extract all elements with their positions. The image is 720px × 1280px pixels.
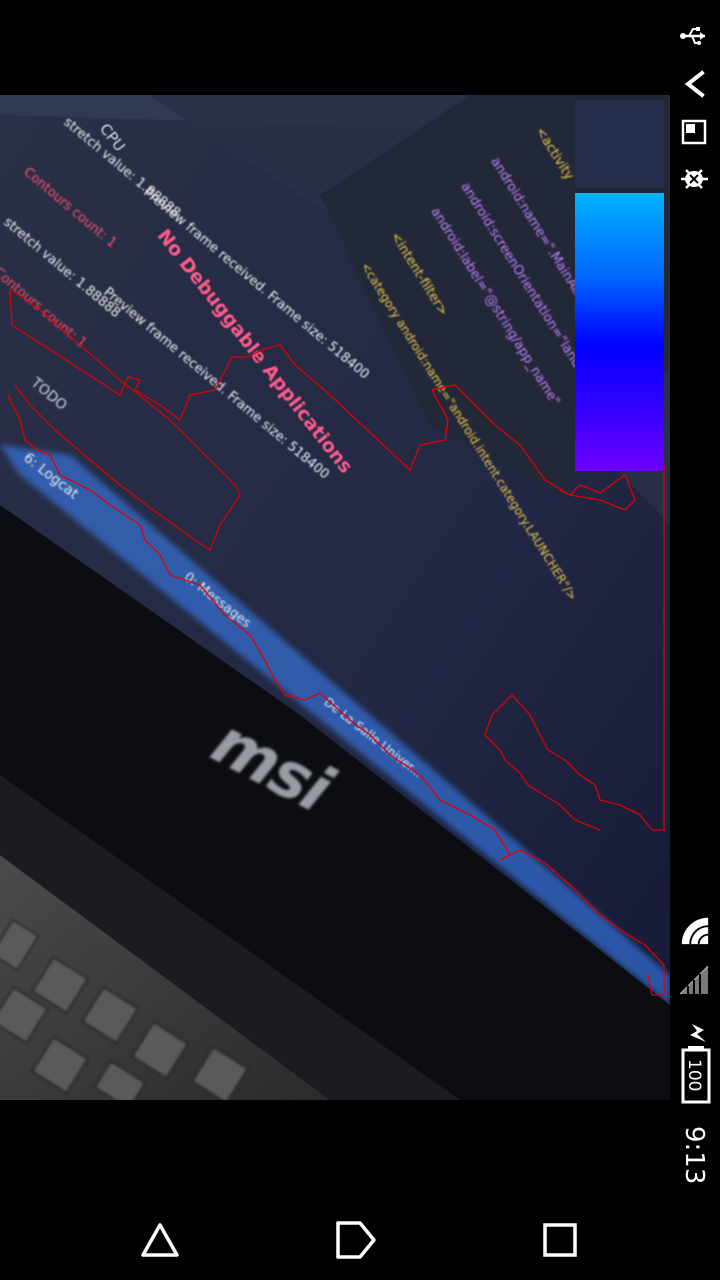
wifi-icon: [678, 914, 710, 946]
clock: 9:13: [679, 1125, 709, 1185]
picture-in-picture-icon: [678, 116, 710, 148]
signal-icon: [678, 964, 710, 996]
nav-home-button[interactable]: [326, 1212, 386, 1268]
contour-overlay: [7, 289, 665, 996]
back-arrow-icon[interactable]: [678, 68, 710, 100]
contour-bottom: [7, 394, 665, 996]
home-icon: [336, 1221, 376, 1259]
contour-inner: [11, 289, 241, 551]
nav-back-button[interactable]: [130, 1212, 190, 1268]
camera-app-screen: No Debuggable Applications CPU TODO stre…: [0, 0, 720, 1280]
color-gradient-bar: [575, 193, 664, 471]
camera-preview[interactable]: No Debuggable Applications CPU TODO stre…: [0, 95, 670, 1100]
bug-icon: [678, 163, 710, 195]
back-triangle-icon: [141, 1223, 179, 1257]
recents-square-icon: [543, 1223, 577, 1257]
contour-right-edge: [484, 465, 665, 831]
color-swatch: [575, 100, 664, 188]
battery-level-text: 100: [684, 1058, 704, 1092]
contour-left: [9, 289, 636, 511]
usb-icon: [678, 20, 710, 52]
nav-recents-button[interactable]: [530, 1212, 590, 1268]
